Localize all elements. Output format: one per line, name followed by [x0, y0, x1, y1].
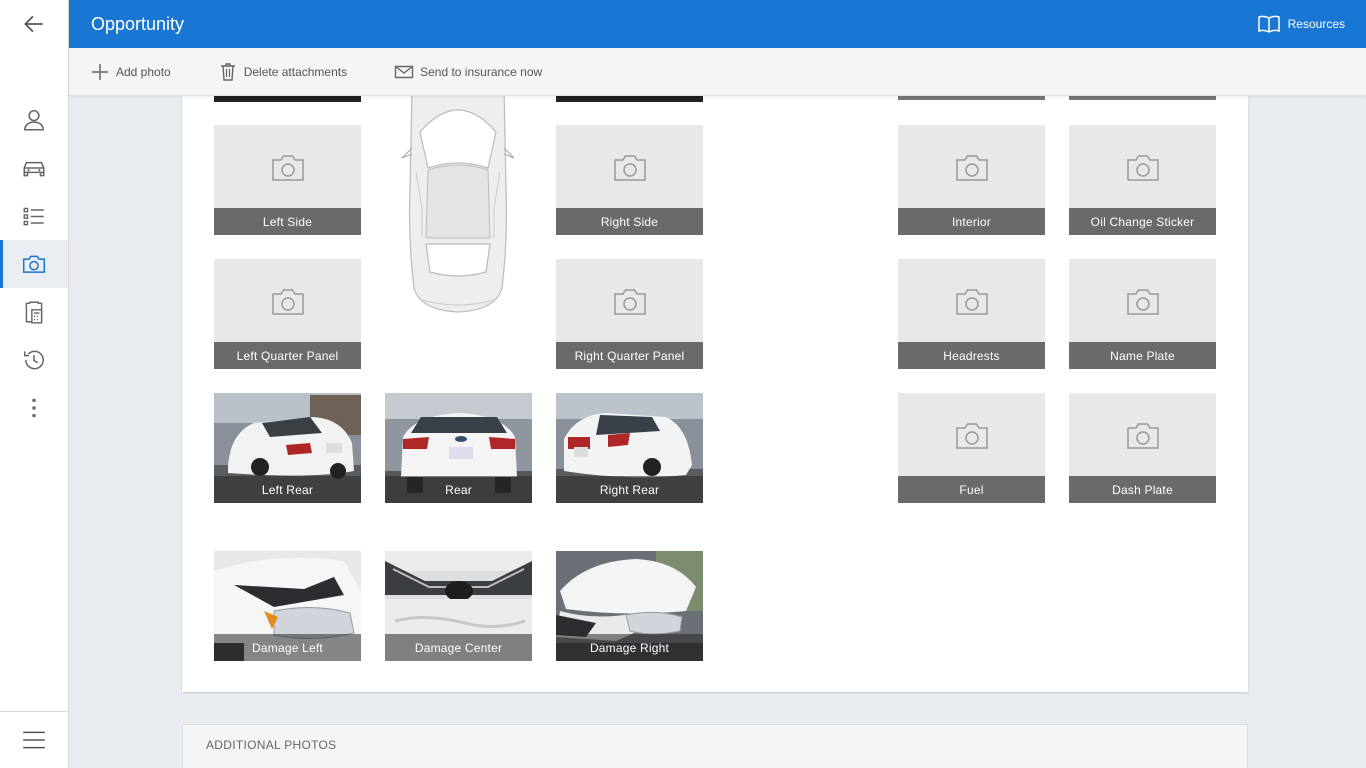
photo-label: Right Side: [556, 208, 703, 235]
camera-icon: [614, 289, 646, 315]
photo-label: Headrests: [898, 342, 1045, 369]
photo-label: Right Rear: [556, 476, 703, 503]
car-icon: [23, 161, 45, 177]
photo-label: Interior: [898, 208, 1045, 235]
photo-label: Damage Left: [214, 634, 361, 661]
back-arrow-icon: [24, 15, 43, 33]
photo-tile-damage-right[interactable]: Damage Right: [556, 551, 703, 661]
more-vertical-icon: [32, 398, 36, 418]
nav-history[interactable]: [0, 336, 68, 384]
camera-icon: [1127, 155, 1159, 181]
photo-tile-fuel[interactable]: Fuel: [898, 393, 1045, 503]
trash-icon: [220, 62, 235, 81]
photo-label: Damage Right: [556, 634, 703, 661]
send-insurance-button[interactable]: Send to insurance now: [394, 62, 542, 82]
photo-label: Name Plate: [1069, 342, 1216, 369]
photo-label: Fuel: [898, 476, 1045, 503]
photo-tile-right-rear[interactable]: Right Rear: [556, 393, 703, 503]
book-icon: [1257, 15, 1280, 33]
delete-attachments-button[interactable]: Delete attachments: [218, 62, 347, 82]
photo-tile-interior[interactable]: Interior: [898, 125, 1045, 235]
checklist-icon: [23, 207, 44, 226]
photo-label: Dash Plate: [1069, 476, 1216, 503]
camera-icon: [956, 423, 988, 449]
nav-checklist[interactable]: [0, 192, 68, 240]
photo-tile-damage-left[interactable]: Damage Left: [214, 551, 361, 661]
photo-tile-partial[interactable]: [556, 96, 703, 102]
nav-customer[interactable]: [0, 96, 68, 144]
photo-tile-name-plate[interactable]: Name Plate: [1069, 259, 1216, 369]
camera-icon: [272, 155, 304, 181]
camera-icon: [272, 289, 304, 315]
photo-tile-partial[interactable]: [214, 96, 361, 102]
photo-tile-dash-plate[interactable]: Dash Plate: [1069, 393, 1216, 503]
nav-estimate[interactable]: [0, 288, 68, 336]
back-button[interactable]: [0, 0, 68, 48]
photo-tile-damage-center[interactable]: Damage Center: [385, 551, 532, 661]
clipboard-calculator-icon: [25, 301, 43, 324]
photo-label: Right Quarter Panel: [556, 342, 703, 369]
plus-icon: [92, 63, 108, 80]
camera-icon: [956, 155, 988, 181]
page-title: Opportunity: [91, 13, 185, 34]
photo-label: Left Rear: [214, 476, 361, 503]
camera-icon: [1127, 423, 1159, 449]
send-insurance-label: Send to insurance now: [420, 64, 543, 79]
vehicle-photos-card: Left Side Right Side Interior Oil Change…: [182, 96, 1248, 692]
car-top-view-diagram: [401, 96, 515, 313]
camera-icon: [614, 155, 646, 181]
photo-tile-rear[interactable]: Rear: [385, 393, 532, 503]
photo-tile-right-quarter-panel[interactable]: Right Quarter Panel: [556, 259, 703, 369]
camera-icon: [1127, 289, 1159, 315]
photo-tile-headrests[interactable]: Headrests: [898, 259, 1045, 369]
add-photo-button[interactable]: Add photo: [90, 62, 171, 82]
resources-label: Resources: [1287, 17, 1345, 31]
resources-button[interactable]: Resources: [1257, 15, 1345, 33]
delete-attachments-label: Delete attachments: [243, 64, 348, 79]
photo-tile-partial[interactable]: [898, 96, 1045, 100]
mail-icon: [394, 65, 414, 78]
photo-label: Left Quarter Panel: [214, 342, 361, 369]
add-photo-label: Add photo: [116, 64, 171, 79]
nav-more[interactable]: [0, 384, 68, 432]
photo-tile-right-side[interactable]: Right Side: [556, 125, 703, 235]
user-icon: [24, 110, 44, 131]
menu-icon: [23, 731, 45, 749]
photo-tile-left-rear[interactable]: Left Rear: [214, 393, 361, 503]
history-icon: [24, 350, 44, 370]
photo-label: Rear: [385, 476, 532, 503]
camera-icon: [22, 255, 46, 273]
additional-photos-title: ADDITIONAL PHOTOS: [206, 738, 337, 752]
nav-photos[interactable]: [0, 240, 68, 288]
photo-label: Damage Center: [385, 634, 532, 661]
photo-tile-left-side[interactable]: Left Side: [214, 125, 361, 235]
main-menu-button[interactable]: [0, 711, 68, 768]
photo-label: Oil Change Sticker: [1069, 208, 1216, 235]
photo-tile-left-quarter-panel[interactable]: Left Quarter Panel: [214, 259, 361, 369]
photo-tile-partial[interactable]: [1069, 96, 1216, 100]
photo-tile-oil-change-sticker[interactable]: Oil Change Sticker: [1069, 125, 1216, 235]
app-header: Opportunity Resources: [69, 0, 1366, 48]
photo-label: Left Side: [214, 208, 361, 235]
nav-vehicle[interactable]: [0, 144, 68, 192]
additional-photos-header[interactable]: ADDITIONAL PHOTOS: [182, 724, 1248, 768]
camera-icon: [956, 289, 988, 315]
nav-rail: [0, 0, 69, 768]
toolbar: Add photo Delete attachments Send to ins…: [69, 48, 1366, 96]
